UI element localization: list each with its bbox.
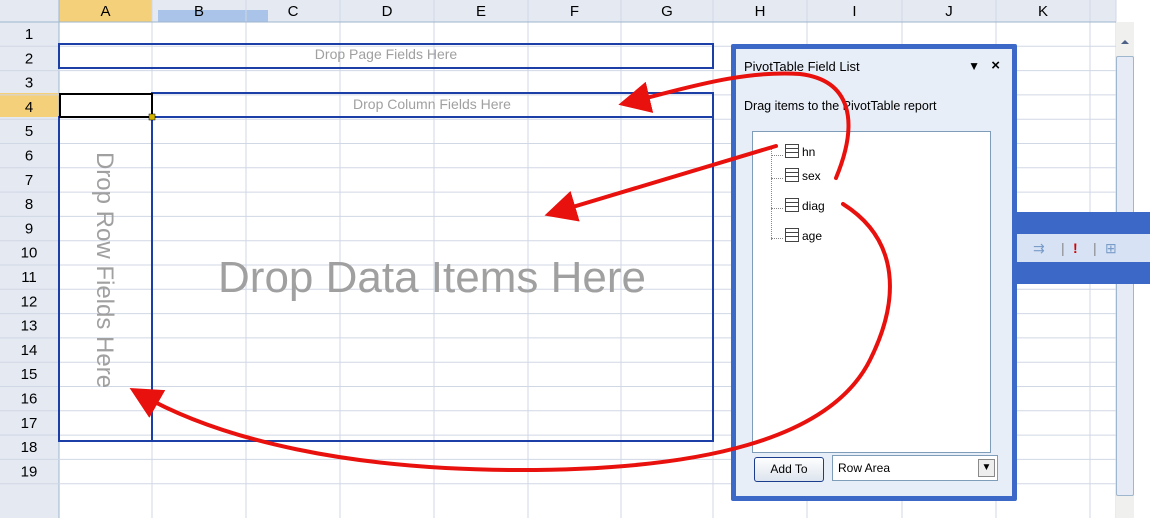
arrow-hn-to-data (544, 144, 778, 222)
arrow-diag-to-rows (129, 202, 892, 473)
arrow-sex-to-columns (618, 71, 851, 180)
annotation-arrows (129, 71, 892, 473)
